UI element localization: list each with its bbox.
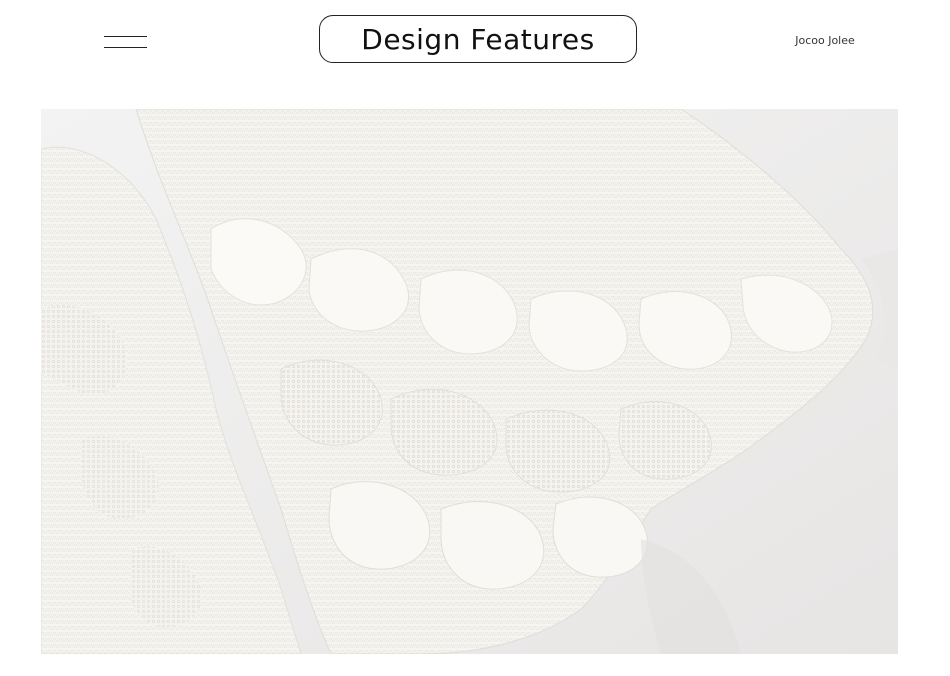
knit-sleeve-image [41, 109, 898, 654]
product-detail-photo [41, 109, 898, 654]
menu-line-bottom [104, 47, 147, 48]
section-title: Design Features [361, 22, 595, 56]
menu-line-top [104, 36, 147, 37]
brand-name: Jocoo Jolee [795, 34, 855, 47]
hamburger-menu-icon[interactable] [104, 36, 147, 48]
header-bar: Design Features Jocoo Jolee [0, 0, 950, 100]
section-title-pill: Design Features [319, 15, 637, 63]
